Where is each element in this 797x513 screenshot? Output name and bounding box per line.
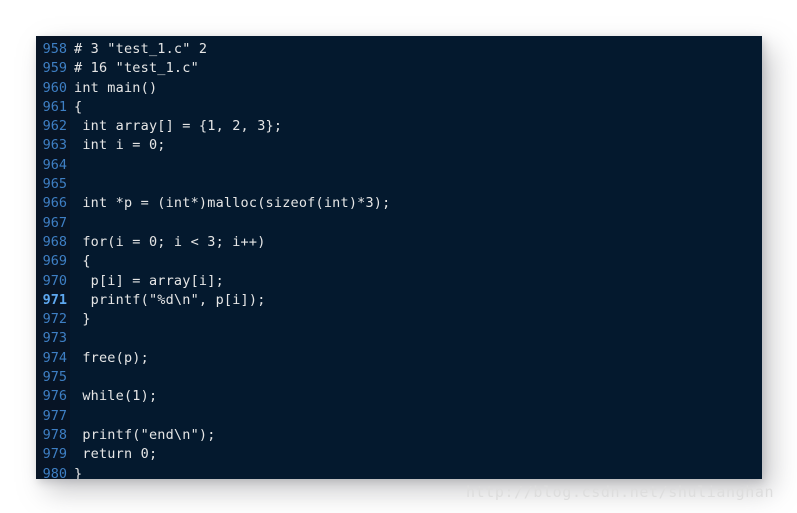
line-number: 977 <box>42 407 67 424</box>
code-text-area[interactable]: # 3 "test_1.c" 2 # 16 "test_1.c" int main(… <box>70 36 762 479</box>
code-line[interactable]: # 16 "test_1.c" <box>74 59 762 78</box>
code-line[interactable]: } <box>74 465 762 479</box>
code-line[interactable]: p[i] = array[i]; <box>74 272 762 291</box>
code-line[interactable]: printf("end\n"); <box>74 426 762 445</box>
code-line[interactable]: int array[] = {1, 2, 3}; <box>74 117 762 136</box>
line-number: 964 <box>42 156 67 173</box>
code-line[interactable]: for(i = 0; i < 3; i++) <box>74 233 762 252</box>
line-number: 963 <box>42 137 67 154</box>
line-number: 978 <box>42 426 67 443</box>
line-number: 960 <box>42 79 67 96</box>
line-number: 974 <box>42 349 67 366</box>
line-number: 976 <box>42 388 67 405</box>
code-line[interactable]: printf("%d\n", p[i]); <box>74 291 762 310</box>
line-number: 959 <box>42 60 67 77</box>
line-number: 965 <box>42 176 67 193</box>
line-number: 967 <box>42 214 67 231</box>
code-line[interactable]: { <box>74 98 762 117</box>
line-number: 958 <box>42 41 67 57</box>
line-number: 970 <box>42 272 67 289</box>
line-number: 979 <box>42 446 67 463</box>
code-line[interactable]: } <box>74 310 762 329</box>
code-line[interactable]: while(1); <box>74 387 762 406</box>
line-number-gutter: 958 959 960 961 962 963 964 965 966 967 968 969 970 9… <box>36 36 70 479</box>
watermark-text: http://blog.csdn.net/shulianghan <box>466 483 775 501</box>
line-number: 980 <box>42 465 67 479</box>
line-number: 968 <box>42 233 67 250</box>
code-line[interactable]: int i = 0; <box>74 136 762 155</box>
code-line[interactable]: int main() <box>74 79 762 98</box>
line-number: 969 <box>42 253 67 270</box>
code-line[interactable] <box>74 407 762 426</box>
code-line[interactable]: free(p); <box>74 349 762 368</box>
code-line[interactable] <box>74 329 762 348</box>
code-line[interactable]: { <box>74 252 762 271</box>
line-number: 973 <box>42 330 67 347</box>
code-block: 958 959 960 961 962 963 964 965 966 967 968 969 970 9… <box>36 36 762 479</box>
code-line[interactable] <box>74 175 762 194</box>
code-line[interactable] <box>74 368 762 387</box>
code-line[interactable]: # 3 "test_1.c" 2 <box>74 40 762 59</box>
code-line[interactable] <box>74 214 762 233</box>
line-number: 975 <box>42 369 67 386</box>
line-number: 972 <box>42 311 67 328</box>
line-number: 966 <box>42 195 67 212</box>
line-number: 971 <box>42 291 67 308</box>
line-number: 962 <box>42 118 67 135</box>
code-line[interactable] <box>74 156 762 175</box>
code-line[interactable]: int *p = (int*)malloc(sizeof(int)*3); <box>74 194 762 213</box>
line-number: 961 <box>42 98 67 115</box>
code-line[interactable]: return 0; <box>74 445 762 464</box>
